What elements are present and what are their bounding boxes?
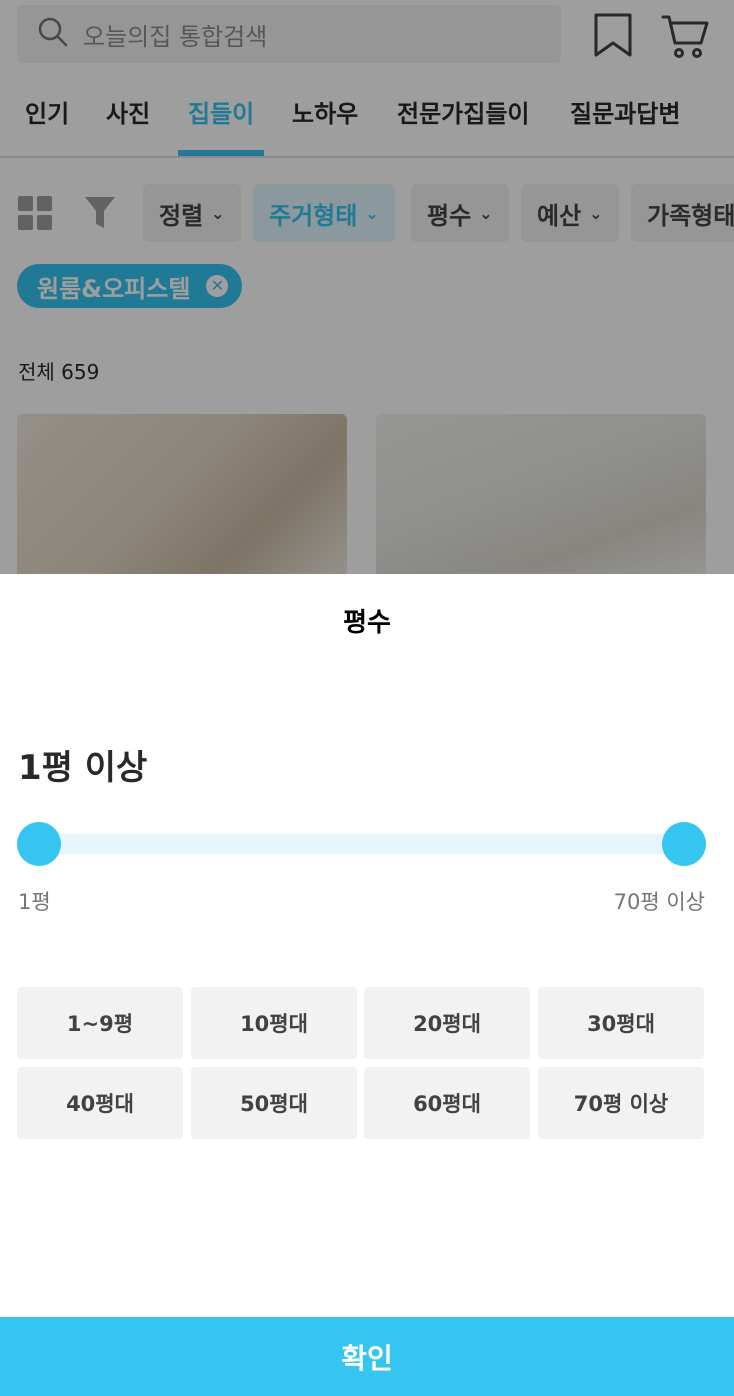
sheet-title: 평수	[343, 608, 391, 638]
range-slider-track[interactable]	[38, 834, 686, 854]
area-option-60s[interactable]: 60평대	[364, 1067, 530, 1139]
area-option-30s[interactable]: 30평대	[538, 987, 704, 1059]
slider-min-label: 1평	[18, 890, 51, 914]
area-option-1-9[interactable]: 1~9평	[17, 987, 183, 1059]
area-option-40s[interactable]: 40평대	[17, 1067, 183, 1139]
background-page: 오늘의집 통합검색 인기 사진 집들이 노하우 전문가집들이 질문과답변 정렬 ⌄…	[0, 0, 734, 574]
area-option-20s[interactable]: 20평대	[364, 987, 530, 1059]
slider-max-label: 70평 이상	[613, 890, 705, 914]
range-slider-max-handle[interactable]	[662, 822, 706, 866]
area-option-10s[interactable]: 10평대	[191, 987, 357, 1059]
selected-range-label: 1평 이상	[18, 748, 148, 788]
confirm-button[interactable]: 확인	[0, 1317, 734, 1396]
area-option-70-plus[interactable]: 70평 이상	[538, 1067, 704, 1139]
area-filter-sheet: 평수 1평 이상 1평 70평 이상 1~9평 10평대 20평대 30평대 4…	[0, 574, 734, 1396]
area-option-50s[interactable]: 50평대	[191, 1067, 357, 1139]
range-slider-min-handle[interactable]	[17, 822, 61, 866]
modal-overlay[interactable]	[0, 0, 734, 574]
